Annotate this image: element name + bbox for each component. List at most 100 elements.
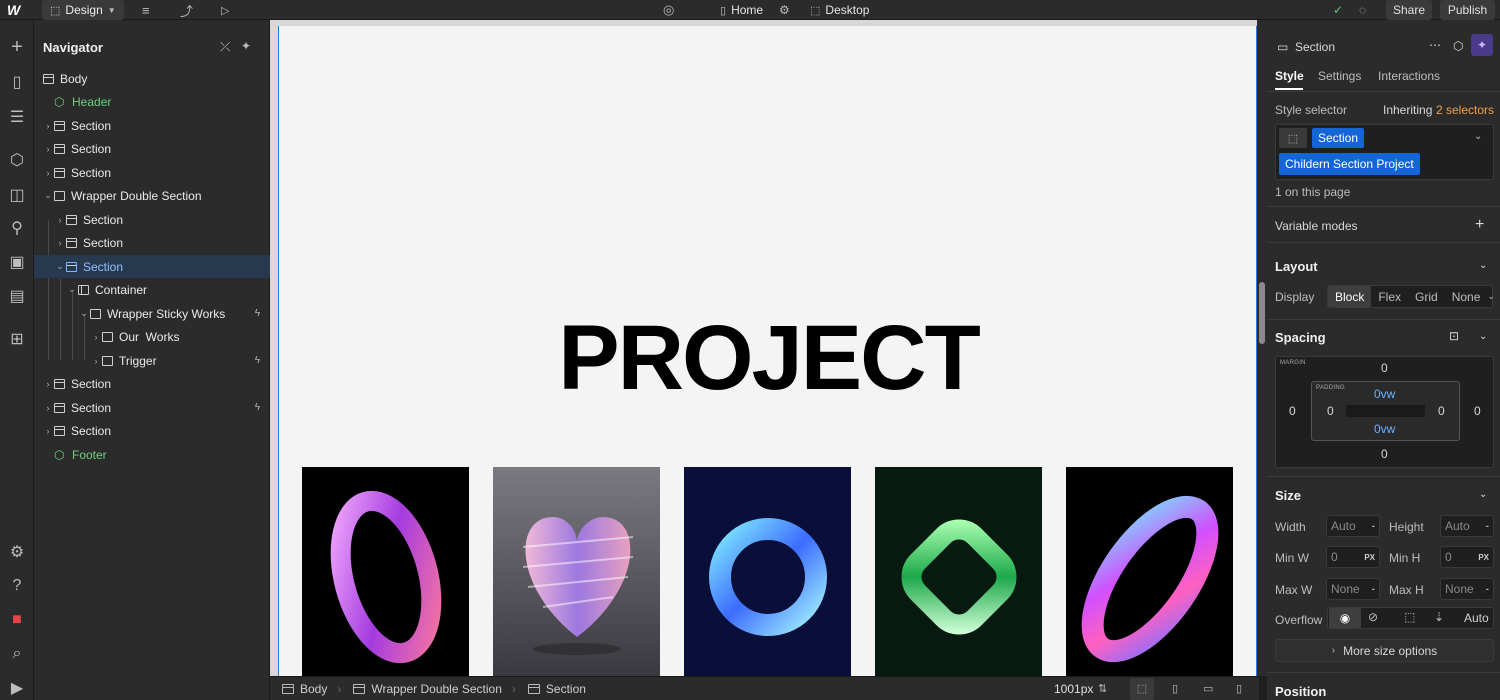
share-button[interactable]: Share xyxy=(1386,0,1432,20)
page-canvas[interactable]: PROJECT xyxy=(278,26,1257,676)
tree-item-our-works[interactable]: › Our Works xyxy=(34,325,270,348)
chevron-right-icon[interactable]: › xyxy=(90,332,102,342)
tree-item-section[interactable]: › Section xyxy=(34,114,270,137)
more-options-icon[interactable]: ⋯ xyxy=(1429,38,1441,52)
resize-arrows-icon[interactable]: ⇅ xyxy=(1098,682,1107,695)
project-card-image[interactable] xyxy=(875,467,1042,676)
display-block-option[interactable]: Block xyxy=(1328,286,1372,307)
chevron-right-icon[interactable]: › xyxy=(54,238,66,248)
overflow-hidden-eye-off-icon[interactable]: ⊘ xyxy=(1368,610,1378,624)
component-cube-icon[interactable]: ⬡ xyxy=(1453,39,1463,53)
tree-item-wrapper-sticky-works[interactable]: ⌄ Wrapper Sticky Works ϟ xyxy=(34,302,270,325)
page-settings-gear-icon[interactable]: ⚙ xyxy=(779,0,790,20)
tree-item-section[interactable]: › Section ϟ xyxy=(34,396,270,419)
chevron-down-icon[interactable]: ⌄ xyxy=(42,190,54,201)
chevron-right-icon[interactable]: › xyxy=(42,121,54,131)
design-mode-dropdown[interactable]: ⬚ Design ▼ xyxy=(42,0,124,20)
tab-interactions[interactable]: Interactions xyxy=(1378,69,1440,83)
margin-right-value[interactable]: 0 xyxy=(1474,404,1481,418)
max-width-input[interactable]: None - xyxy=(1326,578,1380,600)
display-none-option[interactable]: None xyxy=(1445,290,1488,304)
margin-left-value[interactable]: 0 xyxy=(1289,404,1296,418)
margin-bottom-value[interactable]: 0 xyxy=(1381,447,1388,461)
add-variable-mode-icon[interactable]: + xyxy=(1475,216,1484,234)
styles-icon[interactable]: ⚲ xyxy=(5,216,29,240)
webflow-logo-icon[interactable]: W xyxy=(7,2,20,18)
variables-icon[interactable]: ◫ xyxy=(5,183,29,207)
desktop-view-icon[interactable]: ⬚ xyxy=(1130,677,1154,700)
chevron-down-icon[interactable]: ⌄ xyxy=(1487,291,1495,302)
breadcrumb-item-wrapper[interactable]: Wrapper Double Section xyxy=(353,682,502,696)
chevron-right-icon[interactable]: › xyxy=(42,403,54,413)
overflow-scroll-icon[interactable]: ⬚ xyxy=(1404,610,1415,624)
tree-item-section[interactable]: › Section xyxy=(34,372,270,395)
display-flex-option[interactable]: Flex xyxy=(1371,290,1408,304)
chevron-right-icon[interactable]: › xyxy=(42,379,54,389)
navigator-icon[interactable]: ☰ xyxy=(5,105,29,129)
height-input[interactable]: Auto - xyxy=(1440,515,1494,537)
ai-assistant-icon[interactable]: ✦ xyxy=(1471,34,1493,56)
size-heading[interactable]: Size xyxy=(1275,488,1301,503)
chevron-right-icon[interactable]: › xyxy=(90,356,102,366)
tree-item-section[interactable]: › Section xyxy=(34,161,270,184)
width-input[interactable]: Auto - xyxy=(1326,515,1380,537)
new-class-icon[interactable]: ⬚ xyxy=(1279,128,1307,148)
record-icon[interactable]: ■ xyxy=(5,608,29,632)
video-tutorial-icon[interactable]: ▶ xyxy=(5,676,29,700)
tree-item-section[interactable]: › Section xyxy=(34,231,270,254)
assets-icon[interactable]: ▣ xyxy=(5,250,29,274)
pin-panel-icon[interactable]: ✦ xyxy=(241,39,251,53)
chevron-down-icon[interactable]: ⌄ xyxy=(1479,331,1487,342)
components-icon[interactable]: ⬡ xyxy=(5,148,29,172)
padding-left-value[interactable]: 0 xyxy=(1327,404,1334,418)
tree-item-section-selected[interactable]: ⌄ Section xyxy=(34,255,270,278)
analytics-chart-icon[interactable]: ⤴ xyxy=(180,0,193,20)
pages-icon[interactable]: ▯ xyxy=(5,70,29,94)
unit-px[interactable]: PX xyxy=(1478,553,1489,562)
settings-gear-icon[interactable]: ⚙ xyxy=(5,540,29,564)
inheriting-selectors-link[interactable]: 2 selectors xyxy=(1436,103,1494,117)
tab-style[interactable]: Style xyxy=(1275,69,1304,83)
help-icon[interactable]: ? xyxy=(5,574,29,598)
breadcrumb-item-section[interactable]: Section xyxy=(527,682,586,696)
publish-button[interactable]: Publish xyxy=(1440,0,1495,20)
min-height-input[interactable]: 0 PX xyxy=(1440,546,1494,568)
overflow-visible-eye-icon[interactable]: ◉ xyxy=(1329,608,1361,628)
tablet-view-icon[interactable]: ▯ xyxy=(1172,682,1178,695)
display-grid-option[interactable]: Grid xyxy=(1408,290,1445,304)
canvas-scrollbar-thumb[interactable] xyxy=(1259,282,1265,344)
chevron-down-icon[interactable]: ⌄ xyxy=(66,284,78,295)
search-icon[interactable]: ⌕ xyxy=(5,642,29,666)
min-width-input[interactable]: 0 PX xyxy=(1326,546,1380,568)
padding-bottom-value[interactable]: 0vw xyxy=(1374,422,1395,436)
chevron-down-icon[interactable]: ⌄ xyxy=(54,261,66,272)
selector-chip-childern-section-project[interactable]: Childern Section Project xyxy=(1279,153,1420,175)
spacing-heading[interactable]: Spacing xyxy=(1275,330,1326,345)
overflow-auto-option[interactable]: Auto xyxy=(1464,611,1489,625)
tree-item-container[interactable]: ⌄ Container xyxy=(34,278,270,301)
tab-settings[interactable]: Settings xyxy=(1318,69,1361,83)
padding-right-value[interactable]: 0 xyxy=(1438,404,1445,418)
collapse-all-icon[interactable]: ⤫ xyxy=(220,39,230,55)
mobile-portrait-icon[interactable]: ▯ xyxy=(1236,682,1242,695)
chevron-right-icon[interactable]: › xyxy=(54,215,66,225)
project-card-image[interactable] xyxy=(684,467,851,676)
project-card-image[interactable] xyxy=(1066,467,1233,676)
style-selector-field[interactable]: ⬚ Section ⌄ Childern Section Project xyxy=(1275,124,1494,180)
project-card-image[interactable] xyxy=(302,467,469,676)
breadcrumb-item-body[interactable]: Body xyxy=(282,682,327,696)
globe-icon[interactable]: ◎ xyxy=(663,0,674,20)
selector-chip-section[interactable]: Section xyxy=(1312,128,1365,148)
canvas-scrollbar-track[interactable] xyxy=(1257,20,1267,676)
mobile-landscape-icon[interactable]: ▭ xyxy=(1203,682,1213,695)
project-heading[interactable]: PROJECT xyxy=(279,306,1256,411)
unit-px[interactable]: PX xyxy=(1364,553,1375,562)
chevron-down-icon[interactable]: ⌄ xyxy=(1479,260,1487,271)
chevron-right-icon[interactable]: › xyxy=(42,168,54,178)
project-card-image[interactable] xyxy=(493,467,660,676)
tree-item-section[interactable]: › Section xyxy=(34,208,270,231)
chevron-right-icon[interactable]: › xyxy=(42,426,54,436)
padding-top-value[interactable]: 0vw xyxy=(1374,387,1395,401)
tree-item-trigger[interactable]: › Trigger ϟ xyxy=(34,349,270,372)
max-height-input[interactable]: None - xyxy=(1440,578,1494,600)
